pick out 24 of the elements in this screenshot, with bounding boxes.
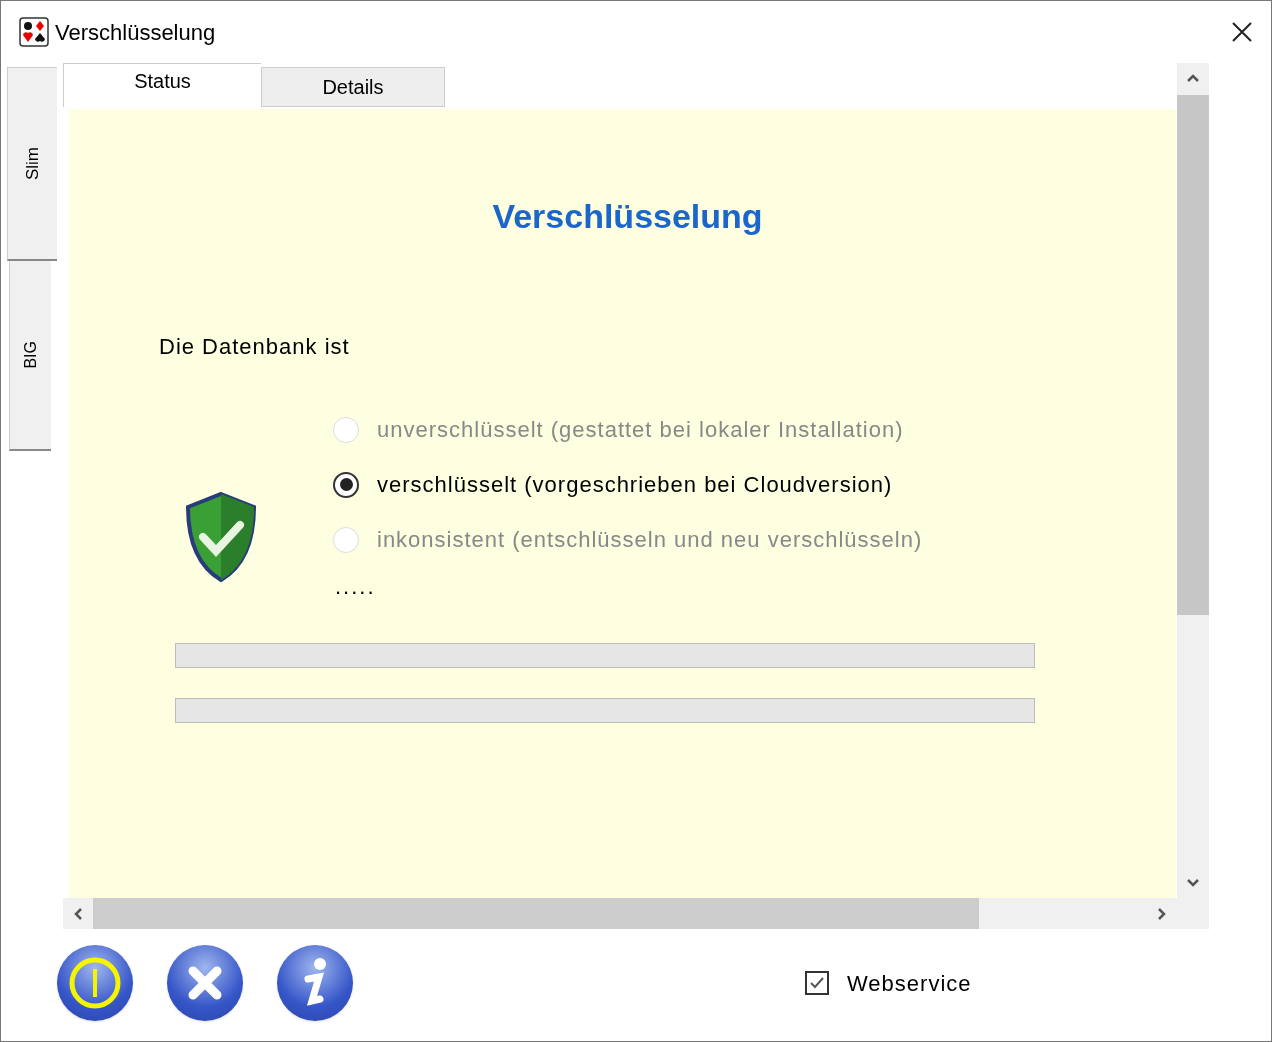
tab[interactable]: Details [261,67,445,107]
check-icon [809,976,825,990]
cancel-button[interactable] [167,945,243,1021]
side-tab[interactable]: Slim [7,67,57,261]
radio-button[interactable] [333,471,359,498]
vertical-scrollbar[interactable] [1177,63,1209,898]
intro-text: Die Datenbank ist [159,333,350,361]
panel-heading: Verschlüsselung [492,196,763,237]
radio-option[interactable]: verschlüsselt (vorgeschrieben bei Cloudversion) [333,468,923,501]
window-title: Verschlüsselung [55,18,216,47]
status-text: ..... [335,573,377,601]
close-icon [1231,21,1253,43]
shield-check-icon [185,491,257,583]
side-tab[interactable]: BIG [9,261,51,451]
power-button[interactable] [57,945,133,1021]
scrollbar-thumb[interactable] [1177,95,1209,615]
cards-app-icon [19,17,49,47]
tab[interactable]: Status [63,63,261,107]
horizontal-scrollbar[interactable] [63,898,1209,929]
power-icon [67,955,123,1011]
checkbox[interactable] [805,971,829,995]
scrollbar-thumb[interactable] [93,898,979,929]
checkbox-label: Webservice [847,969,972,998]
info-button[interactable] [277,945,353,1021]
